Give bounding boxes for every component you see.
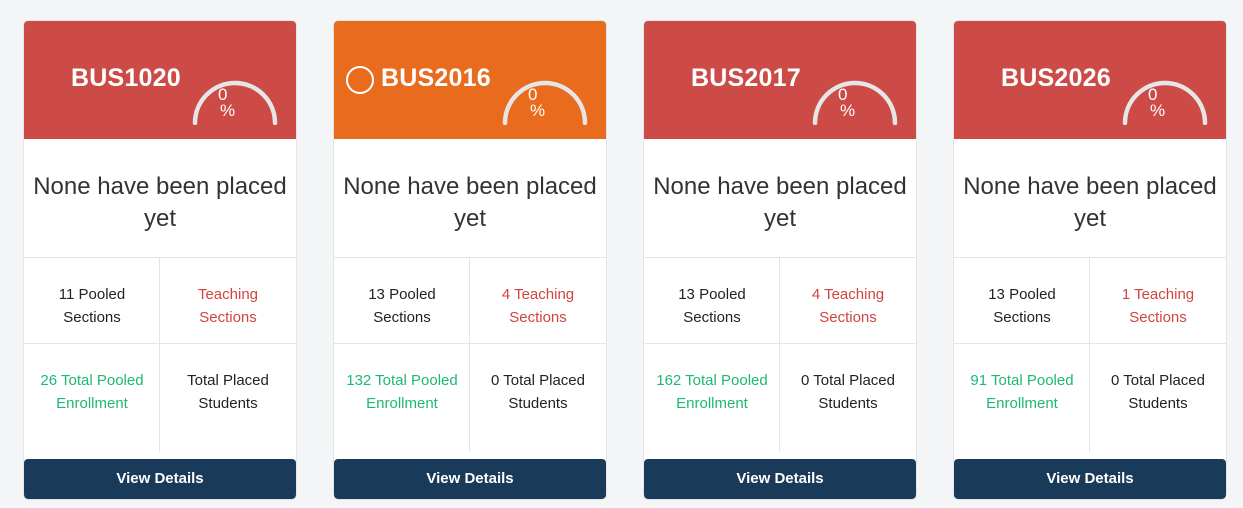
teaching-sections-stat: 1 Teaching Sections: [1121, 286, 1195, 326]
progress-unit: %: [220, 101, 236, 120]
pooled-enrollment-stat: 26 Total Pooled Enrollment: [40, 372, 144, 412]
x-circle-icon: ✕: [36, 68, 50, 85]
course-code: BUS2026: [1001, 64, 1111, 92]
placed-students-stat: 0 Total Placed Students: [1111, 372, 1205, 412]
divider: [644, 343, 916, 344]
placement-message: None have been placed yet: [343, 173, 597, 232]
placed-students-stat: 0 Total Placed Students: [491, 372, 585, 412]
divider: [1089, 257, 1090, 452]
placement-message: None have been placed yet: [653, 173, 907, 232]
placed-students-stat: Total Placed Students: [187, 372, 269, 412]
view-details-button[interactable]: View Details: [334, 459, 606, 499]
pooled-sections-stat: 11 Pooled Sections: [58, 286, 126, 326]
placement-message: None have been placed yet: [33, 173, 287, 232]
course-card: ✕ BUS2026 0 % None have been placed yet …: [954, 21, 1226, 499]
progress-unit: %: [530, 101, 546, 120]
divider: [469, 257, 470, 452]
progress-unit: %: [840, 101, 856, 120]
placement-message: None have been placed yet: [963, 173, 1217, 232]
pooled-sections-stat: 13 Pooled Sections: [368, 286, 436, 326]
divider: [334, 257, 606, 258]
course-code: BUS2017: [691, 64, 801, 92]
divider: [779, 257, 780, 452]
card-header: ✕ BUS2017 0 %: [644, 21, 916, 139]
pooled-enrollment-stat: 91 Total Pooled Enrollment: [970, 372, 1074, 412]
divider: [24, 257, 296, 258]
divider: [24, 343, 296, 344]
view-details-button[interactable]: View Details: [24, 459, 296, 499]
empty-circle-icon: [346, 66, 374, 94]
teaching-sections-stat: 4 Teaching Sections: [811, 286, 885, 326]
divider: [159, 257, 160, 452]
teaching-sections-stat: Teaching Sections: [197, 286, 259, 326]
divider: [334, 343, 606, 344]
divider: [954, 257, 1226, 258]
course-code: BUS1020: [71, 64, 181, 92]
card-header: ✕ BUS2026 0 %: [954, 21, 1226, 139]
progress-unit: %: [1150, 101, 1166, 120]
x-circle-icon: ✕: [656, 68, 670, 85]
teaching-sections-stat: 4 Teaching Sections: [501, 286, 575, 326]
pooled-sections-stat: 13 Pooled Sections: [678, 286, 746, 326]
divider: [644, 257, 916, 258]
pooled-sections-stat: 13 Pooled Sections: [988, 286, 1056, 326]
view-details-button[interactable]: View Details: [954, 459, 1226, 499]
course-code: BUS2016: [381, 64, 491, 92]
course-card: ✕ BUS2017 0 % None have been placed yet …: [644, 21, 916, 499]
course-card: ✕ BUS1020 0 % None have been placed yet …: [24, 21, 296, 499]
pooled-enrollment-stat: 162 Total Pooled Enrollment: [656, 372, 768, 412]
view-details-button[interactable]: View Details: [644, 459, 916, 499]
x-circle-icon: ✕: [966, 68, 980, 85]
pooled-enrollment-stat: 132 Total Pooled Enrollment: [346, 372, 458, 412]
divider: [954, 343, 1226, 344]
course-card: BUS2016 0 % None have been placed yet 13…: [334, 21, 606, 499]
card-header: ✕ BUS1020 0 %: [24, 21, 296, 139]
card-header: BUS2016 0 %: [334, 21, 606, 139]
placed-students-stat: 0 Total Placed Students: [801, 372, 895, 412]
